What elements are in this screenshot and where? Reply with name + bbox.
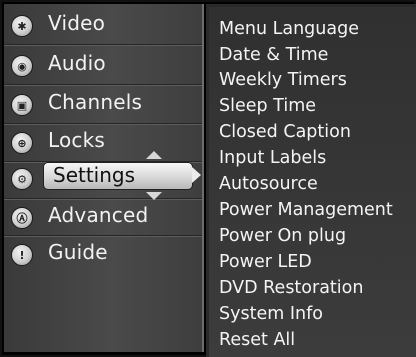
submenu-item-reset-all[interactable]: Reset All <box>219 327 295 353</box>
tv-menu-screen: ✱ Video ◉ Audio ▣ Channels ⊕ Locks ⚙ Ⓐ A… <box>0 0 416 357</box>
settings-submenu: Menu Language Date & Time Weekly Timers … <box>206 4 416 357</box>
submenu-item-closed-caption[interactable]: Closed Caption <box>219 119 351 145</box>
menu-item-advanced[interactable]: Ⓐ Advanced <box>4 198 202 236</box>
submenu-item-dvd-restoration[interactable]: DVD Restoration <box>219 275 363 301</box>
submenu-item-system-info[interactable]: System Info <box>219 301 323 327</box>
guide-icon: ! <box>11 244 33 266</box>
video-icon: ✱ <box>11 15 33 37</box>
lock-icon: ⊕ <box>11 132 33 154</box>
scroll-up-arrow-icon[interactable] <box>146 151 162 159</box>
menu-item-label: Audio <box>48 51 106 75</box>
submenu-item-date-time[interactable]: Date & Time <box>219 42 328 68</box>
audio-icon: ◉ <box>11 55 33 77</box>
menu-item-label: Channels <box>48 90 143 114</box>
submenu-item-input-labels[interactable]: Input Labels <box>219 145 326 171</box>
menu-item-video[interactable]: ✱ Video <box>4 6 202 44</box>
submenu-item-menu-language[interactable]: Menu Language <box>219 16 359 42</box>
menu-item-guide[interactable]: ! Guide <box>4 235 202 273</box>
submenu-item-sleep-time[interactable]: Sleep Time <box>219 93 316 119</box>
settings-icon: ⚙ <box>11 168 33 190</box>
menu-item-label: Guide <box>48 240 108 264</box>
selected-menu-item-label: Settings <box>53 163 136 187</box>
menu-item-channels[interactable]: ▣ Channels <box>4 85 202 123</box>
submenu-item-weekly-timers[interactable]: Weekly Timers <box>219 67 347 93</box>
selected-menu-item[interactable]: Settings <box>43 162 193 190</box>
pointer-right-icon <box>192 167 201 183</box>
menu-item-label: Video <box>48 11 106 35</box>
submenu-item-power-on-plug[interactable]: Power On plug <box>219 223 346 249</box>
advanced-icon: Ⓐ <box>11 207 33 229</box>
submenu-item-power-management[interactable]: Power Management <box>219 197 393 223</box>
menu-item-locks[interactable]: ⊕ Locks <box>4 123 202 161</box>
menu-item-label: Locks <box>48 128 106 152</box>
menu-item-audio[interactable]: ◉ Audio <box>4 46 202 84</box>
submenu-item-autosource[interactable]: Autosource <box>219 171 318 197</box>
submenu-item-power-led[interactable]: Power LED <box>219 249 312 275</box>
menu-item-label: Advanced <box>48 203 149 227</box>
channels-icon: ▣ <box>11 94 33 116</box>
scroll-down-arrow-icon[interactable] <box>146 192 162 200</box>
